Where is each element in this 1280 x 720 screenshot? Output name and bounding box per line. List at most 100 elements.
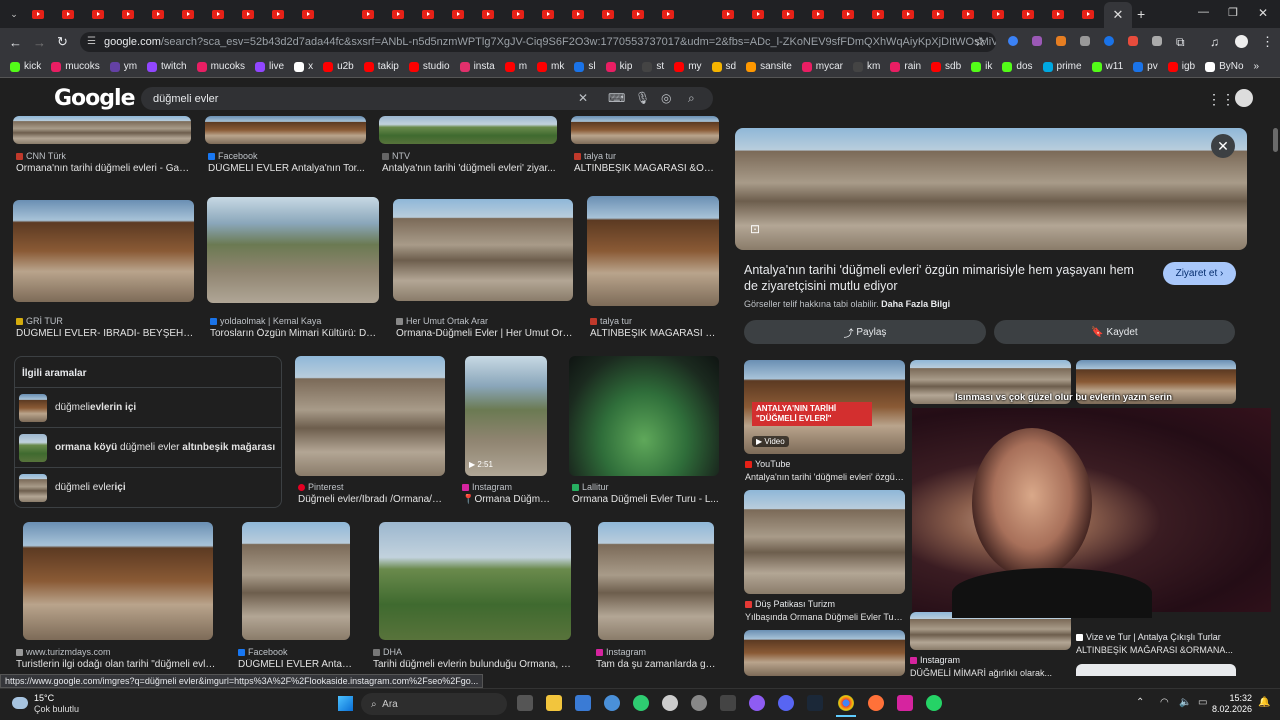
tab-youtube[interactable] xyxy=(1044,4,1072,24)
taskbar-search[interactable]: ⌕ Ara xyxy=(361,693,507,715)
tab-youtube[interactable] xyxy=(534,4,562,24)
save-button[interactable]: 🔖 Kaydet xyxy=(994,320,1235,344)
result-source[interactable]: Vize ve Tur | Antalya Çıkışlı Turlar xyxy=(1076,632,1221,642)
result-title[interactable]: Tam da şu zamanlarda ge... xyxy=(596,659,716,670)
task-view-icon[interactable] xyxy=(517,695,533,711)
search-input[interactable]: düğmeli evler xyxy=(141,87,713,110)
store-icon[interactable] xyxy=(575,695,591,711)
result-title[interactable]: Ormana-Düğmeli Evler | Her Umut Ort... xyxy=(396,328,573,339)
more-info-link[interactable]: Daha Fazla Bilgi xyxy=(881,299,950,309)
new-tab-icon[interactable]: + xyxy=(1137,6,1145,22)
image-result[interactable] xyxy=(207,197,379,303)
result-source[interactable]: GRİ TUR xyxy=(16,316,63,326)
bookmark-item[interactable]: w11 xyxy=(1091,61,1123,72)
result-title[interactable]: DÜĞMELİ MİMARİ ağırlıklı olarak... xyxy=(910,668,1070,678)
image-result[interactable] xyxy=(569,356,719,476)
keyboard-icon[interactable]: ⌨ xyxy=(608,91,625,105)
bookmark-star-icon[interactable]: ☆ xyxy=(974,34,986,50)
tab-youtube[interactable] xyxy=(54,4,82,24)
preview-title[interactable]: Antalya'nın tarihi 'düğmeli evleri' özgü… xyxy=(744,262,1149,294)
bookmark-item[interactable]: mycar xyxy=(801,61,843,72)
app-icon[interactable] xyxy=(749,695,765,711)
bookmark-item[interactable]: ByNo xyxy=(1205,61,1244,72)
tab-youtube[interactable] xyxy=(114,4,142,24)
bookmark-item[interactable]: ym xyxy=(109,61,137,72)
extension-icon[interactable] xyxy=(1152,36,1162,46)
bookmark-item[interactable]: km xyxy=(853,61,880,72)
bookmark-item[interactable]: mucoks xyxy=(196,61,245,72)
tab-youtube[interactable] xyxy=(174,4,202,24)
result-title[interactable]: Ormana Düğmeli Evler Turu - L... xyxy=(572,494,719,505)
result-title[interactable]: 📍Ormana Düğme... xyxy=(462,494,552,505)
bookmark-item[interactable]: sdb xyxy=(931,61,961,72)
tab-youtube[interactable] xyxy=(384,4,412,24)
clock-time[interactable]: 15:32 xyxy=(1228,693,1252,703)
bookmark-item[interactable]: sl xyxy=(574,61,596,72)
result-source[interactable]: YouTube xyxy=(745,459,790,469)
puzzle-icon[interactable]: ⧉ xyxy=(1176,35,1185,50)
weather-temp[interactable]: 15°C xyxy=(34,693,54,703)
tray-overflow-icon[interactable]: ⌃ xyxy=(1136,697,1144,708)
reload-icon[interactable]: ↻ xyxy=(57,34,68,50)
image-result[interactable] xyxy=(379,522,571,640)
tab-youtube[interactable] xyxy=(564,4,592,24)
bookmark-item[interactable]: studio xyxy=(408,61,450,72)
related-search-item[interactable]: düğmeli evlerin içi xyxy=(14,387,282,427)
window-close-icon[interactable]: ✕ xyxy=(1258,6,1268,20)
tab-youtube[interactable] xyxy=(654,4,682,24)
result-source[interactable]: NTV xyxy=(382,151,410,161)
apps-grid-icon[interactable]: ⋮⋮ xyxy=(1207,91,1235,108)
forward-icon[interactable]: → xyxy=(33,35,46,50)
result-source[interactable]: Instagram xyxy=(596,647,646,657)
result-title[interactable]: DÜĞMELİ EVLER- İBRADİ- BEYŞEHİ... xyxy=(16,328,194,339)
bookmark-item[interactable]: st xyxy=(642,61,664,72)
image-result[interactable] xyxy=(571,116,719,144)
result-title[interactable]: ALTINBEŞİK MAĞARASI &... xyxy=(590,328,719,339)
tab-youtube[interactable] xyxy=(714,4,742,24)
tab-youtube[interactable] xyxy=(504,4,532,24)
result-source[interactable]: Lallitur xyxy=(572,482,609,492)
profile-avatar[interactable] xyxy=(1235,35,1248,48)
tab-youtube[interactable] xyxy=(204,4,232,24)
close-preview-button[interactable]: ✕ xyxy=(1211,134,1235,158)
bookmark-item[interactable]: x xyxy=(294,61,313,72)
tab-youtube[interactable] xyxy=(864,4,892,24)
tab-youtube[interactable] xyxy=(264,4,292,24)
result-source[interactable]: Facebook xyxy=(208,151,258,161)
bookmark-item[interactable]: live xyxy=(255,61,284,72)
result-source[interactable]: www.turizmdays.com xyxy=(16,647,111,657)
back-icon[interactable]: ← xyxy=(9,35,22,50)
result-source[interactable]: Facebook xyxy=(238,647,288,657)
tab-youtube[interactable] xyxy=(294,4,322,24)
discord-icon[interactable] xyxy=(778,695,794,711)
result-title[interactable]: DÜĞMELİ EVLER Antalya'nın Tor... xyxy=(208,163,366,174)
notification-icon[interactable]: 🔔 xyxy=(1258,697,1270,708)
result-title[interactable]: ALTINBEŞİK MAĞARASI &OR... xyxy=(574,163,719,174)
image-result[interactable] xyxy=(205,116,366,144)
result-source[interactable]: Her Umut Ortak Arar xyxy=(396,316,488,326)
tab-youtube[interactable] xyxy=(744,4,772,24)
bookmark-item[interactable]: rain xyxy=(890,61,921,72)
tab-youtube[interactable] xyxy=(894,4,922,24)
image-result[interactable] xyxy=(242,522,350,640)
result-title[interactable]: Torosların Özgün Mimari Kültürü: Dü... xyxy=(210,328,379,339)
bookmark-item[interactable]: ik xyxy=(971,61,992,72)
weather-icon[interactable] xyxy=(12,697,28,709)
menu-icon[interactable]: ⋮ xyxy=(1261,34,1274,50)
result-title[interactable]: Ormana'nın tarihi düğmeli evleri - Gaz..… xyxy=(16,163,191,174)
preview-image[interactable] xyxy=(735,128,1247,250)
clock-date[interactable]: 8.02.2026 xyxy=(1203,704,1252,714)
bookmark-item[interactable]: sansite xyxy=(746,61,792,72)
bookmark-item[interactable]: insta xyxy=(459,61,495,72)
settings-icon[interactable] xyxy=(604,695,620,711)
result-source[interactable]: Instagram xyxy=(462,482,512,492)
instagram-icon[interactable] xyxy=(897,695,913,711)
clear-icon[interactable]: ✕ xyxy=(578,91,588,105)
result-source[interactable]: Pinterest xyxy=(298,482,344,492)
image-result[interactable] xyxy=(598,522,714,640)
tab-youtube[interactable] xyxy=(24,4,52,24)
tab-youtube[interactable] xyxy=(834,4,862,24)
scrollbar-thumb[interactable] xyxy=(1273,128,1278,152)
extension-icon[interactable] xyxy=(1104,36,1114,46)
bookmark-item[interactable]: takip xyxy=(363,61,399,72)
